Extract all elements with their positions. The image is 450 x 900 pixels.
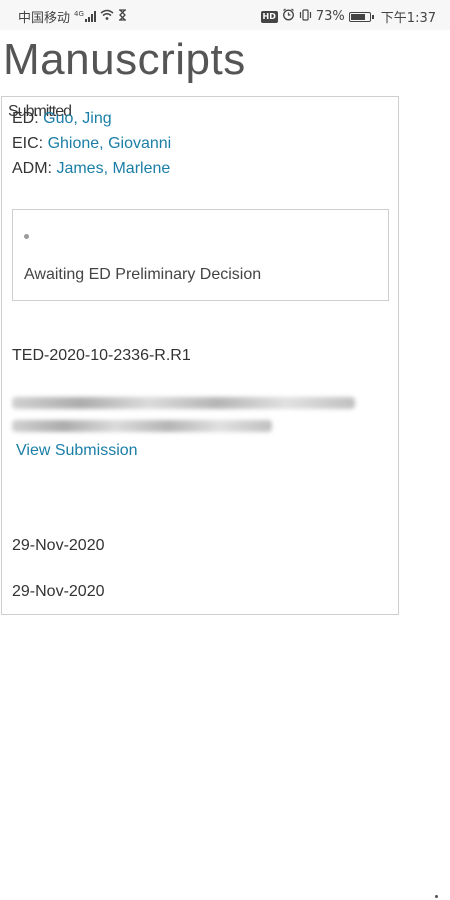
manuscript-id: TED-2020-10-2336-R.R1: [12, 347, 191, 364]
hd-icon: HD: [260, 10, 278, 23]
carrier-label: 中国移动: [18, 11, 71, 26]
redacted-title-line-1: [12, 397, 355, 409]
redacted-title-line-2: [12, 420, 272, 432]
battery-icon: [348, 11, 374, 22]
alarm-icon: [282, 8, 295, 25]
adm-row: ADM: James, Marlene: [12, 160, 170, 178]
network-type: 4G: [74, 10, 84, 18]
view-submission-link[interactable]: View Submission: [16, 442, 138, 460]
battery-percent: 73%: [315, 9, 345, 24]
nav-dot-icon: [435, 895, 438, 898]
clock-time: 下午1:37: [380, 11, 436, 26]
hourglass-icon: [118, 8, 127, 25]
status-box: Awaiting ED Preliminary Decision: [12, 209, 389, 301]
status-bar-right: HD 73% 下午1:37: [260, 7, 436, 26]
eic-name-link[interactable]: Ghione, Giovanni: [48, 135, 172, 152]
submitted-date: 29-Nov-2020: [12, 537, 105, 554]
page-title: Manuscripts: [3, 35, 246, 84]
adm-label: ADM:: [12, 160, 52, 177]
adm-name-link[interactable]: James, Marlene: [56, 160, 170, 177]
ed-name-link[interactable]: Guo, Jing: [43, 110, 111, 127]
ed-row: ED: Guo, Jing: [12, 110, 112, 128]
vibrate-icon: [299, 8, 312, 25]
status-bar-left: 中国移动 4G: [18, 7, 127, 26]
eic-label: EIC:: [12, 135, 44, 152]
status-text: Awaiting ED Preliminary Decision: [24, 266, 262, 283]
eic-row: EIC: Ghione, Giovanni: [12, 135, 171, 153]
signal-icon: 4G: [74, 11, 96, 22]
status-bar: 中国移动 4G HD 73% 下午1:37: [0, 0, 450, 30]
status-bullet-icon: [24, 234, 29, 239]
status-date: 29-Nov-2020: [12, 583, 105, 600]
wifi-icon: [100, 9, 114, 24]
ed-label: ED:: [12, 110, 39, 127]
manuscript-card: Submitted ED: Guo, Jing EIC: Ghione, Gio…: [1, 96, 399, 615]
